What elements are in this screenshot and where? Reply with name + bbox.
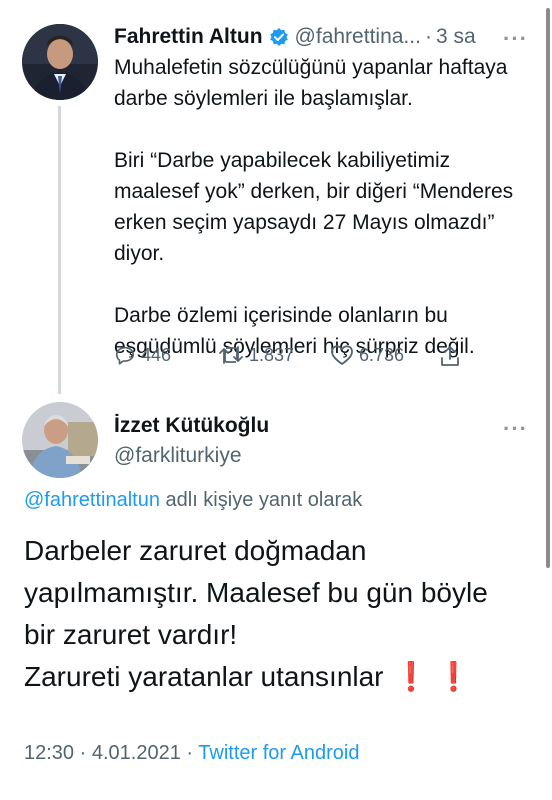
tweet2-display-name[interactable]: İzzet Kütükoğlu xyxy=(114,414,269,438)
tweet2-time[interactable]: 12:30 xyxy=(24,742,74,764)
tweet2-line-last: Zarureti yaratanlar utansınlar ❗ ❗ xyxy=(24,656,534,698)
tweet1-separator: · xyxy=(424,25,432,48)
tweet2-handle[interactable]: @farkliturkiye xyxy=(114,444,242,468)
tweet1-display-name[interactable]: Fahrettin Altun xyxy=(114,25,263,49)
reply-suffix: adlı kişiye yanıt olarak xyxy=(165,489,363,511)
tweet1-paragraph: Muhalefetin sözcülüğünü yapanlar haftaya… xyxy=(114,56,508,110)
tweet1-more-icon[interactable]: ··· xyxy=(503,28,528,50)
tweet2-line: bir zaruret vardır! xyxy=(24,619,238,650)
tweet2-date[interactable]: 4.01.2021 xyxy=(92,742,181,764)
like-count: 6.736 xyxy=(359,344,405,365)
like-icon xyxy=(331,345,353,365)
reply-count: 446 xyxy=(141,344,172,365)
meta-separator: · xyxy=(79,742,87,764)
scrollbar[interactable] xyxy=(546,8,550,568)
tweet1-actions: 446 1.837 6.736 xyxy=(114,344,514,374)
tweet2-line: Darbeler zaruret doğmadan xyxy=(24,535,367,566)
tweet2-more-icon[interactable]: ··· xyxy=(503,418,528,440)
tweet2-line: yapılmamıştır. Maalesef bu gün böyle xyxy=(24,577,488,608)
retweet-icon xyxy=(219,346,243,364)
tweet2-line: Zarureti yaratanlar utansınlar xyxy=(24,661,384,692)
tweet1-text: Muhalefetin sözcülüğünü yapanlar haftaya… xyxy=(114,52,524,362)
reply-mention-link[interactable]: @fahrettinaltun xyxy=(24,489,160,511)
reply-icon xyxy=(115,346,135,365)
meta-separator: · xyxy=(186,742,194,764)
like-button[interactable]: 6.736 xyxy=(330,344,404,366)
exclamation-emoji: ❗ ❗ xyxy=(393,661,472,692)
reply-context: @fahrettinaltun adlı kişiye yanıt olarak xyxy=(24,489,362,512)
tweet2-meta: 12:30 · 4.01.2021 · Twitter for Android xyxy=(24,742,359,765)
tweet1-handle[interactable]: @fahrettina... xyxy=(295,25,421,49)
tweet2-text: Darbeler zaruret doğmadan yapılmamıştır.… xyxy=(24,530,534,698)
tweet1-paragraph: Biri “Darbe yapabilecek kabiliyetimiz ma… xyxy=(114,149,514,265)
tweet1-header: Fahrettin Altun @fahrettina... · 3 sa xyxy=(114,22,539,52)
share-icon xyxy=(441,346,459,366)
retweet-count: 1.837 xyxy=(249,344,295,365)
reply-button[interactable]: 446 xyxy=(114,344,171,366)
tweet2-source-link[interactable]: Twitter for Android xyxy=(198,742,359,764)
thread-line xyxy=(58,106,61,394)
avatar-fahrettin-altun[interactable] xyxy=(22,24,98,100)
retweet-button[interactable]: 1.837 xyxy=(218,344,294,366)
verified-badge-icon xyxy=(269,27,289,47)
avatar-izzet-kutukoglu[interactable] xyxy=(22,402,98,478)
share-button[interactable] xyxy=(439,344,461,368)
tweet1-time[interactable]: 3 sa xyxy=(436,25,476,49)
